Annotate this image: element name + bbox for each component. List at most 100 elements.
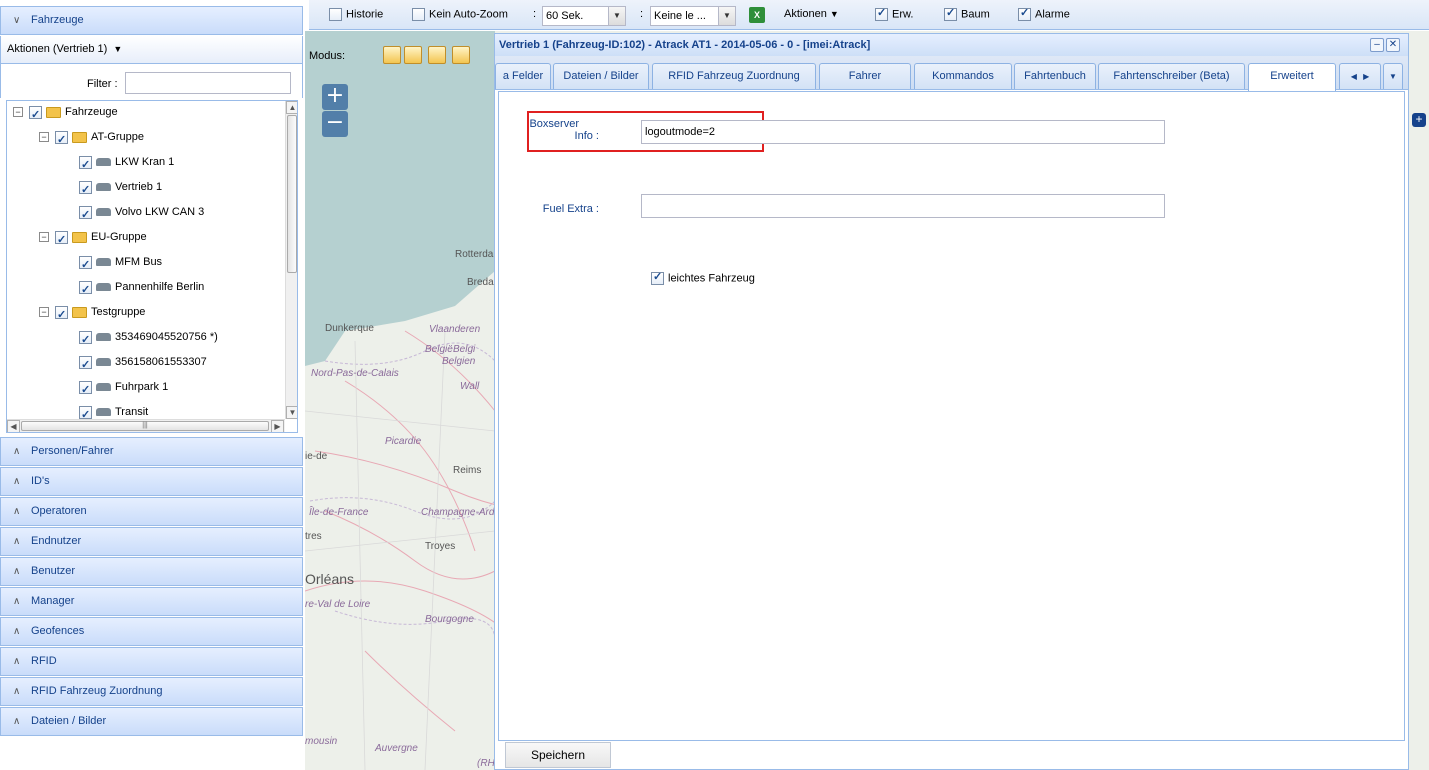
checkbox[interactable] [79,379,92,401]
aktionen-menu-button[interactable]: Aktionen (Vertrieb 1) ▼ [0,36,303,64]
auto-zoom-toggle[interactable]: Kein Auto-Zoom [412,8,508,21]
checkbox[interactable] [79,404,92,426]
dialog-tabbar: a Felder Dateien / Bilder RFID Fahrzeug Zu… [495,56,1408,91]
map-plus-icon[interactable]: + [1412,113,1426,127]
tab-scroll-right-icon[interactable]: ▶ [1363,72,1369,81]
checkbox[interactable] [79,179,92,201]
accordion-section[interactable]: ∧ RFID Fahrzeug Zuordnung [0,677,303,706]
tab[interactable]: Kommandos [914,63,1012,89]
chevron-down-icon: ∨ [13,15,21,26]
tree-vehicle-node[interactable]: LKW Kran 1 [79,151,174,176]
map-place-label: België [425,344,453,355]
vehicle-icon [96,358,111,367]
excel-export-icon[interactable]: X [749,7,765,23]
checkbox[interactable] [79,204,92,226]
checkbox[interactable] [79,154,92,176]
tab[interactable]: RFID Fahrzeug Zuordnung [652,63,816,89]
tree-vehicle-node[interactable]: Fuhrpark 1 [79,376,168,401]
tab[interactable]: Fahrtenbuch [1014,63,1096,89]
tab-menu-icon[interactable]: ▼ [1383,63,1403,89]
accordion-section[interactable]: ∧ Benutzer [0,557,303,586]
tree-vertical-scrollbar[interactable]: ▲ ▼ [285,101,297,419]
accordion-section[interactable]: ∧ RFID [0,647,303,676]
accordion-section[interactable]: ∧ Geofences [0,617,303,646]
zoom-out-button[interactable]: − [322,111,348,137]
keine-select[interactable]: Keine le ... ▼ [650,6,736,26]
collapse-icon[interactable]: − [13,107,23,118]
scroll-up-icon[interactable]: ▲ [286,101,297,114]
tab[interactable]: Fahrer [819,63,911,89]
checkbox[interactable] [875,6,888,21]
collapse-icon[interactable]: − [39,232,49,243]
baum-toggle[interactable]: Baum [944,6,990,21]
accordion-section[interactable]: ∧ ID's [0,467,303,496]
zoom-in-button[interactable]: + [322,84,348,110]
checkbox[interactable] [79,279,92,301]
alarme-toggle[interactable]: Alarme [1018,6,1070,21]
checkbox[interactable] [55,129,68,151]
filter-input[interactable] [125,72,291,94]
scroll-thumb[interactable] [287,115,297,273]
tree-vehicle-node[interactable]: Pannenhilfe Berlin [79,276,204,301]
accordion-section[interactable]: ∧ Operatoren [0,497,303,526]
checkbox[interactable] [55,229,68,251]
accordion-fahrzeuge[interactable]: ∨ Fahrzeuge [0,6,303,35]
historie-toggle[interactable]: Historie [329,8,383,21]
accordion-section[interactable]: ∧ Personen/Fahrer [0,437,303,466]
tree-folder-node[interactable]: − Fahrzeuge [13,101,118,126]
interval-select[interactable]: 60 Sek. ▼ [542,6,626,26]
checkbox[interactable] [1018,6,1031,21]
leichtes-fahrzeug-checkbox[interactable]: leichtes Fahrzeug [651,270,755,285]
tree-vehicle-node[interactable]: 353469045520756 *) [79,326,218,351]
scroll-left-icon[interactable]: ◀ [7,420,20,432]
chevron-down-icon[interactable]: ▼ [718,7,735,25]
zoom-box-icon[interactable] [404,46,422,64]
accordion-section[interactable]: ∧ Manager [0,587,303,616]
tab-scroll-left-icon[interactable]: ◀ [1351,72,1357,81]
tab-scroll-arrows[interactable]: ◀ ▶ [1339,63,1381,89]
chevron-down-icon[interactable]: ▼ [608,7,625,25]
scroll-thumb[interactable]: ||| [21,421,269,431]
select-rect-icon[interactable] [428,46,446,64]
fuel-extra-input[interactable] [641,194,1165,218]
collapse-icon[interactable]: − [39,307,49,318]
tree-folder-node[interactable]: − EU-Gruppe [39,226,147,251]
baum-label: Baum [961,8,990,21]
tree-folder-node[interactable]: − Testgruppe [39,301,145,326]
checkbox[interactable] [944,6,957,21]
tree-vehicle-node[interactable]: Volvo LKW CAN 3 [79,201,204,226]
tab[interactable]: Fahrtenschreiber (Beta) [1098,63,1245,89]
boxserver-info-input[interactable]: logoutmode=2 [641,120,1165,144]
close-icon[interactable]: ✕ [1386,38,1400,52]
tree-vehicle-node[interactable]: Vertrieb 1 [79,176,162,201]
save-button[interactable]: Speichern [505,742,611,768]
collapse-icon[interactable]: − [39,132,49,143]
select-polygon-icon[interactable] [452,46,470,64]
aktionen-menu[interactable]: Aktionen ▼ [784,8,839,20]
scroll-down-icon[interactable]: ▼ [286,406,297,419]
tab[interactable]: a Felder [495,63,551,89]
checkbox[interactable] [29,104,42,126]
tree-vehicle-node[interactable]: 356158061553307 [79,351,207,376]
tree-folder-node[interactable]: − AT-Gruppe [39,126,144,151]
checkbox[interactable] [79,354,92,376]
tab[interactable]: Erweitert [1248,63,1336,91]
accordion-section[interactable]: ∧ Endnutzer [0,527,303,556]
tree-horizontal-scrollbar[interactable]: ◀ ||| ▶ [7,419,285,432]
checkbox[interactable] [412,8,425,21]
erw-toggle[interactable]: Erw. [875,6,913,21]
checkbox[interactable] [79,254,92,276]
accordion-section-label: Endnutzer [31,535,82,547]
accordion-section[interactable]: ∧ Dateien / Bilder [0,707,303,736]
aktionen-label: Aktionen [784,8,827,20]
tab[interactable]: Dateien / Bilder [553,63,649,89]
scroll-right-icon[interactable]: ▶ [271,420,284,432]
boxserver-label-line1: Boxserver [529,118,579,130]
minimize-icon[interactable]: – [1370,38,1384,52]
hand-pan-icon[interactable] [383,46,401,64]
checkbox[interactable] [79,329,92,351]
checkbox[interactable] [329,8,342,21]
checkbox[interactable] [651,270,664,285]
tree-vehicle-node[interactable]: MFM Bus [79,251,162,276]
checkbox[interactable] [55,304,68,326]
